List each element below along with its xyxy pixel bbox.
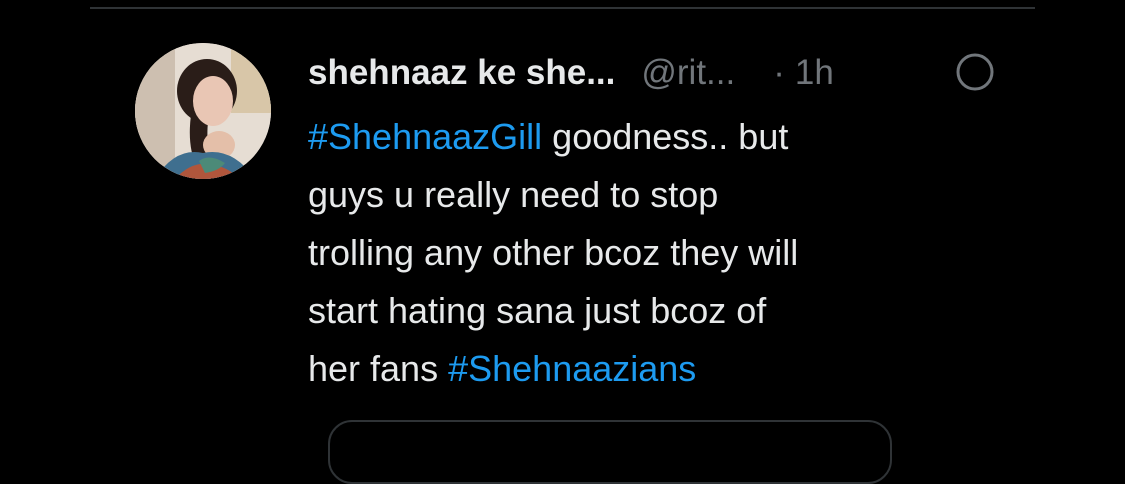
avatar[interactable] [135,43,271,179]
circle-outline-icon[interactable] [955,52,995,92]
tweet[interactable]: shehnaaz ke she... @rit... · 1h #Shehnaa… [0,0,1125,484]
tweet-header: shehnaaz ke she... @rit... · 1h [308,48,834,98]
display-name[interactable]: shehnaaz ke she... [308,53,615,93]
hashtag-shehnaazians[interactable]: #Shehnaazians [448,348,696,389]
user-handle[interactable]: @rit... [641,53,735,93]
tweet-text-line-3: trolling any other bcoz they will [308,232,799,273]
tweet-text: #ShehnaazGill goodness.. but guys u real… [308,108,948,398]
profile-photo-icon [135,43,271,179]
quoted-card-edge[interactable] [328,420,892,484]
tweet-text-line-4: start hating sana just bcoz of [308,290,767,331]
tweet-text-line-5: her fans [308,348,449,389]
tweet-text-line-1: goodness.. but [542,116,789,157]
timestamp[interactable]: 1h [795,53,834,93]
hashtag-shehnaazgill[interactable]: #ShehnaazGill [308,116,542,157]
tweet-text-line-2: guys u really need to stop [308,174,719,215]
separator-dot: · [773,53,785,92]
